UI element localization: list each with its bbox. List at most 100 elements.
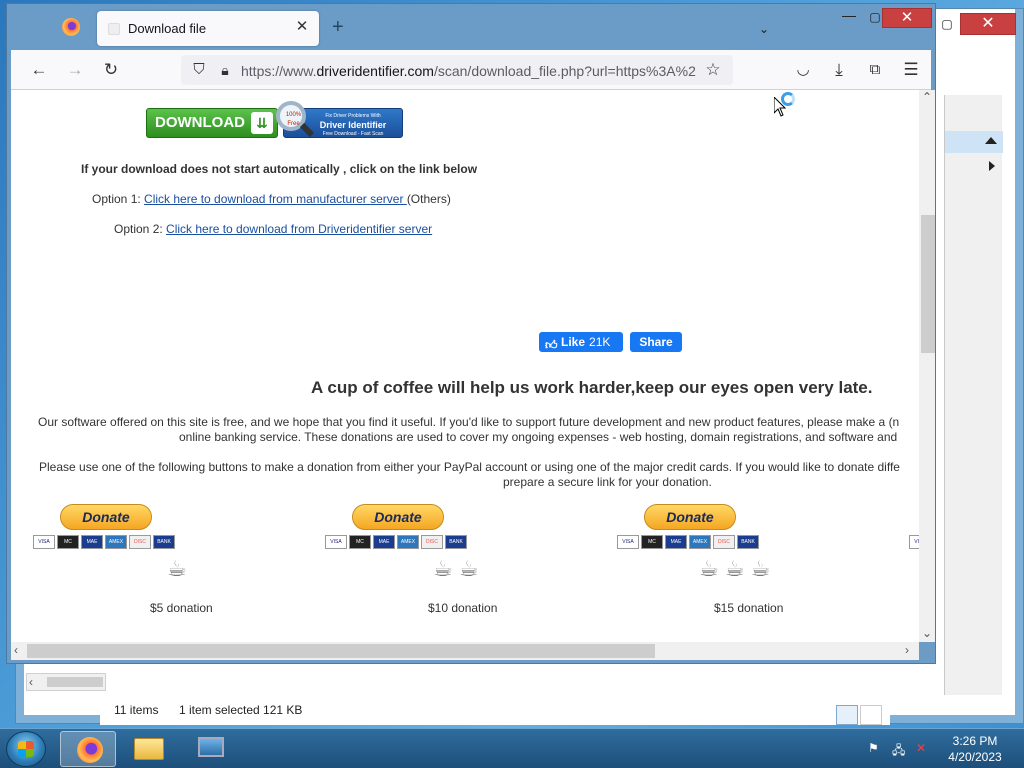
card-logos: VISA MC MAE AMEX DISC BANK (33, 535, 177, 549)
downloads-icon[interactable]: ⤓ (827, 58, 851, 82)
facebook-like-button[interactable]: 👍︎ Like 21K (539, 332, 623, 352)
option-2: Option 2: Click here to download from Dr… (114, 222, 432, 236)
expand-arrow-icon[interactable] (989, 161, 995, 171)
maestro-icon: MAE (665, 535, 687, 549)
auto-download-notice: If your download does not start automati… (81, 162, 478, 176)
close-button[interactable]: ✕ (882, 8, 932, 28)
support-paragraph-line2: online banking service. These donations … (179, 430, 898, 444)
fix-drivers-banner[interactable]: 100% Free Fix Driver Problems With Drive… (276, 101, 403, 138)
banner-line3: Free Download - Fast Scan (322, 131, 384, 137)
banner-line2: Driver Identifier (319, 120, 387, 130)
menu-hamburger-icon[interactable]: ☰ (899, 58, 923, 82)
tab-list-chevron-icon[interactable]: ⌄ (759, 18, 769, 40)
start-button[interactable] (6, 731, 46, 767)
option1-link[interactable]: Click here to download from manufacturer… (144, 192, 407, 206)
firefox-window: Download file ✕ + ⌄ — ▢ ✕ ← → ↻ ⛉ 🔒︎ htt… (6, 3, 936, 664)
selection-info: 1 item selected 121 KB (179, 703, 303, 717)
maestro-icon: MAE (373, 535, 395, 549)
minimize-button[interactable]: — (839, 4, 859, 26)
network-icon[interactable]: 🖧︎ (892, 741, 906, 757)
bookmark-star-icon[interactable]: ☆ (701, 58, 725, 82)
card-logos: VISA MC MAE AMEX DISC BANK (617, 535, 761, 549)
items-count: 11 items (114, 703, 159, 717)
bank-icon: BANK (445, 535, 467, 549)
card-logos: VISA MC MAE AMEX DISC BANK (325, 535, 469, 549)
amex-icon: AMEX (689, 535, 711, 549)
taskbar-explorer[interactable] (120, 731, 176, 767)
mastercard-icon: MC (641, 535, 663, 549)
donation-partial: VISA (909, 535, 919, 553)
tab-close-icon[interactable]: ✕ (293, 18, 311, 36)
vertical-scroll-thumb[interactable] (921, 215, 935, 353)
horizontal-scrollbar[interactable]: ‹ › (11, 642, 919, 660)
lock-icon[interactable]: 🔒︎ (213, 58, 237, 82)
page-content: DOWNLOAD ⇊ 100% Free Fix Driver Problems… (11, 90, 919, 642)
amount-label: $15 donation (714, 601, 784, 615)
scroll-right-icon[interactable]: › (905, 643, 909, 657)
tracking-protection-shield-icon[interactable]: ⛉ (187, 58, 211, 82)
volume-muted-icon[interactable]: ✕ (916, 741, 930, 755)
action-center-flag-icon[interactable]: ⚑ (868, 741, 882, 755)
discover-icon: DISC (129, 535, 151, 549)
forward-button[interactable]: → (63, 58, 87, 82)
explorer-horizontal-scrollbar[interactable]: ‹ (26, 673, 106, 691)
details-view-button[interactable] (836, 705, 858, 725)
scroll-thumb[interactable] (47, 677, 103, 687)
bank-icon: BANK (737, 535, 759, 549)
donate-button-15[interactable]: Donate (644, 504, 736, 530)
visa-icon: VISA (325, 535, 347, 549)
discover-icon: DISC (713, 535, 735, 549)
pocket-icon[interactable]: ◡ (791, 58, 815, 82)
tab-download-file[interactable]: Download file ✕ (97, 11, 319, 46)
thumbs-up-icon: 👍︎ (545, 338, 558, 352)
taskbar-computer[interactable] (182, 731, 238, 767)
extensions-icon[interactable]: ⧉ (863, 58, 887, 82)
scroll-up-icon[interactable] (985, 137, 997, 144)
option-1: Option 1: Click here to download from ma… (92, 192, 451, 206)
double-chevron-down-icon: ⇊ (251, 112, 273, 134)
download-button[interactable]: DOWNLOAD ⇊ (146, 108, 278, 138)
download-label: DOWNLOAD (155, 114, 245, 131)
coffee-cups-icon: ☕ (167, 556, 187, 581)
facebook-share-button[interactable]: Share (630, 332, 682, 352)
windows-logo-icon (18, 741, 34, 757)
maestro-icon: MAE (81, 535, 103, 549)
scroll-left-icon[interactable]: ‹ (29, 675, 33, 689)
vertical-scrollbar[interactable]: ⌃ ⌄ (919, 90, 935, 642)
coffee-headline: A cup of coffee will help us work harder… (311, 378, 873, 397)
support-paragraph-line1: Our software offered on this site is fre… (38, 415, 900, 429)
donate-button-5[interactable]: Donate (60, 504, 152, 530)
option2-link[interactable]: Click here to download from Driveridenti… (166, 222, 432, 236)
firefox-logo-icon[interactable] (62, 18, 80, 36)
like-label: Like (561, 335, 586, 349)
explorer-maximize-button[interactable]: ▢ (934, 13, 960, 35)
new-tab-button[interactable]: + (332, 17, 344, 37)
back-button[interactable]: ← (27, 58, 51, 82)
horizontal-scroll-thumb[interactable] (27, 644, 655, 658)
firefox-icon (77, 737, 103, 763)
option2-prefix: Option 2: (114, 222, 167, 236)
explorer-right-pane (944, 95, 1003, 695)
preview-view-button[interactable] (860, 705, 882, 725)
option1-suffix: (Others) (406, 192, 451, 206)
scroll-up-icon[interactable]: ⌃ (922, 90, 932, 104)
donate-button-10[interactable]: Donate (352, 504, 444, 530)
computer-icon (198, 737, 224, 757)
reload-button[interactable]: ↻ (99, 58, 123, 82)
clock-time: 3:26 PM (952, 734, 998, 748)
url-bar[interactable]: ⛉ 🔒︎ https://www.driveridentifier.com/sc… (181, 55, 733, 85)
coffee-cups-icon: ☕ ☕ (433, 556, 479, 581)
system-clock[interactable]: 3:26 PM 4/20/2023 (940, 733, 1010, 765)
url-text[interactable]: https://www.driveridentifier.com/scan/do… (241, 63, 696, 79)
explorer-close-button[interactable]: ✕ (960, 13, 1016, 35)
taskbar: ⚑ 🖧︎ ✕ 3:26 PM 4/20/2023 (0, 728, 1024, 768)
coffee-cups-icon: ☕ ☕ ☕ (699, 556, 771, 581)
clock-date: 4/20/2023 (948, 750, 1002, 764)
discover-icon: DISC (421, 535, 443, 549)
explorer-status-bar: 11 items 1 item selected 121 KB (100, 695, 890, 725)
bank-icon: BANK (153, 535, 175, 549)
scroll-left-icon[interactable]: ‹ (14, 643, 18, 657)
mastercard-icon: MC (349, 535, 371, 549)
scroll-down-icon[interactable]: ⌄ (922, 626, 932, 640)
taskbar-firefox[interactable] (60, 731, 116, 767)
